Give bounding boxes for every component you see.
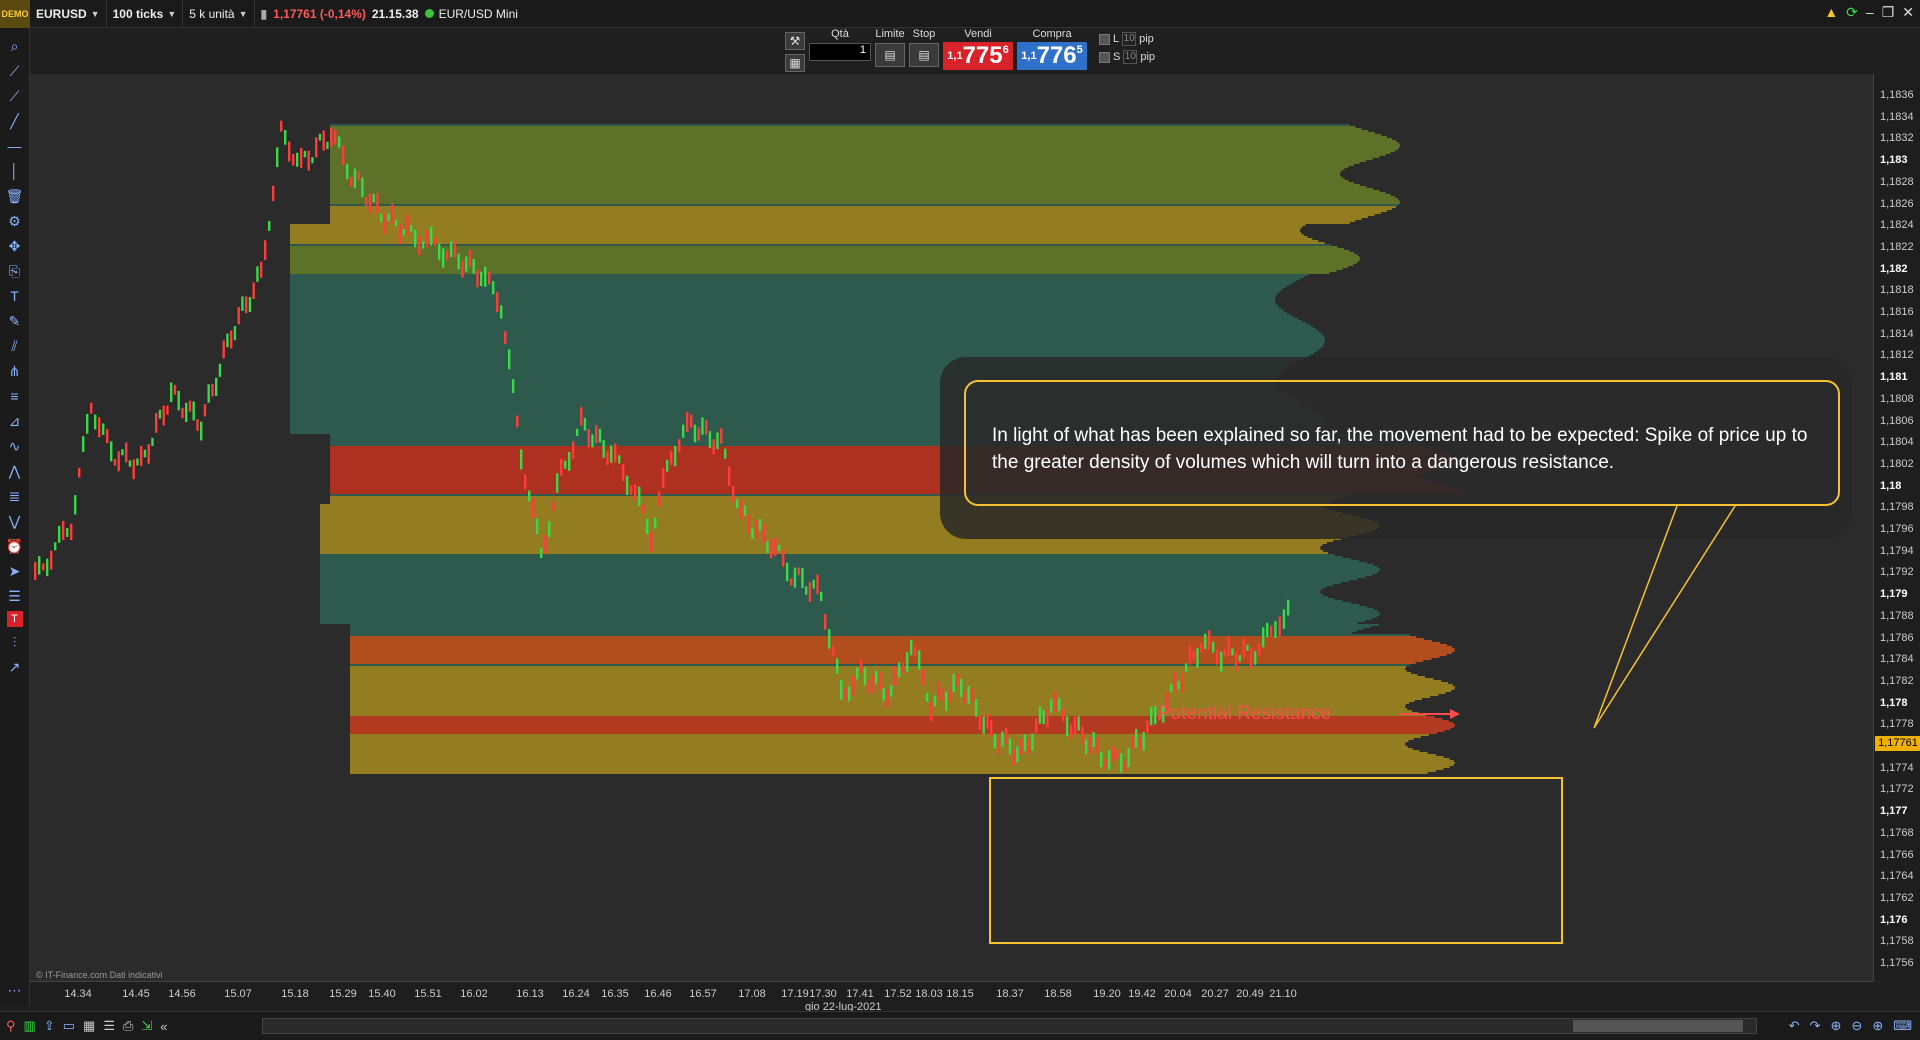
price-tick-label: 1,1778 xyxy=(1880,718,1914,731)
price-tick-label: 1,1808 xyxy=(1880,392,1914,405)
price-tick-label: 1,1834 xyxy=(1880,110,1914,123)
price-tick-label: 1,1762 xyxy=(1880,891,1914,904)
print-icon[interactable]: ⎙ xyxy=(123,1018,133,1034)
time-tick-label: 16.46 xyxy=(644,988,672,1000)
list-icon[interactable]: ☰ xyxy=(103,1018,115,1034)
range-highlight-box xyxy=(989,777,1563,944)
price-tick-label: 1,1802 xyxy=(1880,457,1914,470)
keyboard-icon[interactable]: ⌨ xyxy=(1893,1018,1912,1034)
undo-icon[interactable]: ↶ xyxy=(1789,1018,1800,1034)
price-tick-label: 1,183 xyxy=(1880,154,1908,167)
horizontal-scrollbar[interactable] xyxy=(262,1018,1757,1034)
time-tick-label: 17.19 xyxy=(781,988,809,1000)
time-tick-label: 20.27 xyxy=(1201,988,1229,1000)
price-tick-label: 1,1786 xyxy=(1880,631,1914,644)
price-tick-label: 1,179 xyxy=(1880,588,1908,601)
price-tick-label: 1,1832 xyxy=(1880,132,1914,145)
zoom-out-icon[interactable]: ⊖ xyxy=(1851,1018,1862,1034)
price-tick-label: 1,1792 xyxy=(1880,566,1914,579)
scroll-thumb[interactable] xyxy=(1573,1020,1743,1032)
time-tick-label: 17.52 xyxy=(884,988,912,1000)
price-tick-label: 1,1816 xyxy=(1880,306,1914,318)
time-tick-label: 17.30 xyxy=(809,988,837,1000)
price-tick-label: 1,1796 xyxy=(1880,523,1914,535)
export-icon[interactable]: ⇲ xyxy=(141,1018,152,1034)
time-tick-label: 19.42 xyxy=(1128,988,1156,1000)
time-tick-label: 20.04 xyxy=(1164,988,1192,1000)
time-tick-label: 15.40 xyxy=(368,988,396,1000)
price-axis[interactable]: 1,1836 1,1834 1,1832 1,183 1,1828 1,1826 1,182… xyxy=(1873,74,1920,981)
collapse-icon[interactable]: « xyxy=(160,1019,167,1034)
data-source-note: © IT-Finance.com Dati indicativi xyxy=(36,970,163,980)
price-tick-label: 1,1756 xyxy=(1880,957,1914,969)
time-tick-label: 14.45 xyxy=(122,988,150,1000)
time-tick-label: 16.35 xyxy=(601,988,629,1000)
price-tick-label: 1,1806 xyxy=(1880,414,1914,427)
price-tick-label: 1,1758 xyxy=(1880,935,1914,948)
price-tick-label: 1,176 xyxy=(1880,913,1908,926)
price-tick-label: 1,1772 xyxy=(1880,783,1914,796)
price-tick-label: 1,1836 xyxy=(1880,89,1914,101)
time-tick-label: 16.02 xyxy=(460,988,488,1000)
callout-pointer xyxy=(1400,505,1736,729)
price-tick-label: 1,1768 xyxy=(1880,826,1914,839)
calc-icon[interactable]: ▦ xyxy=(83,1018,95,1034)
time-axis[interactable]: 14.34 14.45 14.56 15.07 15.18 15.29 15.40 15.51… xyxy=(30,981,1873,1013)
time-tick-label: 19.20 xyxy=(1093,988,1121,1000)
price-tick-label: 1,1766 xyxy=(1880,848,1914,861)
price-tick-label: 1,1782 xyxy=(1880,674,1914,687)
price-tick-label: 1,1812 xyxy=(1880,349,1914,362)
time-tick-label: 17.08 xyxy=(738,988,766,1000)
time-tick-label: 15.07 xyxy=(224,988,252,1000)
time-tick-label: 18.58 xyxy=(1044,988,1072,1000)
time-tick-label: 16.57 xyxy=(689,988,717,1000)
price-tick-label: 1,178 xyxy=(1880,696,1908,709)
time-tick-label: 16.13 xyxy=(516,988,544,1000)
price-tick-label: 1,18 xyxy=(1880,479,1902,492)
price-tick-label: 1,1804 xyxy=(1880,436,1914,449)
price-tick-label: 1,1794 xyxy=(1880,544,1914,557)
time-tick-label: 16.24 xyxy=(562,988,590,1000)
zoom-fit-icon[interactable]: ⊕ xyxy=(1831,1018,1842,1034)
time-tick-label: 18.37 xyxy=(996,988,1024,1000)
current-price-marker: 1,17761 xyxy=(1875,736,1920,751)
zoom-in-icon[interactable]: ⊕ xyxy=(1872,1018,1883,1034)
time-tick-label: 15.29 xyxy=(329,988,357,1000)
price-tick-label: 1,1818 xyxy=(1880,284,1914,297)
chart-type-icon[interactable]: ⚲ xyxy=(6,1018,16,1034)
price-tick-label: 1,1822 xyxy=(1880,240,1914,253)
time-tick-label: 14.56 xyxy=(168,988,196,1000)
time-tick-label: 21.10 xyxy=(1269,988,1297,1000)
candle-icon[interactable]: ▥ xyxy=(24,1018,36,1034)
price-tick-label: 1,1814 xyxy=(1880,327,1914,340)
price-tick-label: 1,177 xyxy=(1880,805,1908,818)
time-tick-label: 15.18 xyxy=(281,988,309,1000)
redo-icon[interactable]: ↷ xyxy=(1810,1018,1821,1034)
window-icon[interactable]: ▭ xyxy=(63,1018,75,1034)
price-tick-label: 1,1764 xyxy=(1880,870,1914,883)
bottom-toolbar: ⚲ ▥ ⇪ ▭ ▦ ☰ ⎙ ⇲ « ↶ ↷ ⊕ ⊖ ⊕ ⌨ xyxy=(0,1011,1920,1040)
time-tick-label: 20.49 xyxy=(1236,988,1264,1000)
price-tick-label: 1,1788 xyxy=(1880,609,1914,622)
price-tick-label: 1,1828 xyxy=(1880,175,1914,188)
price-tick-label: 1,1826 xyxy=(1880,197,1914,210)
time-tick-label: 18.03 xyxy=(915,988,943,1000)
time-tick-label: 17.41 xyxy=(846,988,874,1000)
resistance-label: Potential Resistance xyxy=(1158,703,1332,724)
zoom-controls: ↶ ↷ ⊕ ⊖ ⊕ ⌨ xyxy=(1789,1018,1912,1034)
trading-platform: DEMO EURUSD ▼ 100 ticks ▼ 5 k unità ▼ ▮ 1,1… xyxy=(0,0,1920,1040)
price-tick-label: 1,1798 xyxy=(1880,501,1914,514)
time-tick-label: 15.51 xyxy=(414,988,442,1000)
price-tick-label: 1,182 xyxy=(1880,262,1908,275)
price-tick-label: 1,181 xyxy=(1880,371,1908,384)
price-tick-label: 1,1784 xyxy=(1880,653,1914,666)
time-tick-label: 14.34 xyxy=(64,988,92,1000)
share-icon[interactable]: ⇪ xyxy=(44,1018,55,1034)
price-tick-label: 1,1824 xyxy=(1880,219,1914,232)
price-tick-label: 1,1774 xyxy=(1880,761,1914,774)
time-tick-label: 18.15 xyxy=(946,988,974,1000)
